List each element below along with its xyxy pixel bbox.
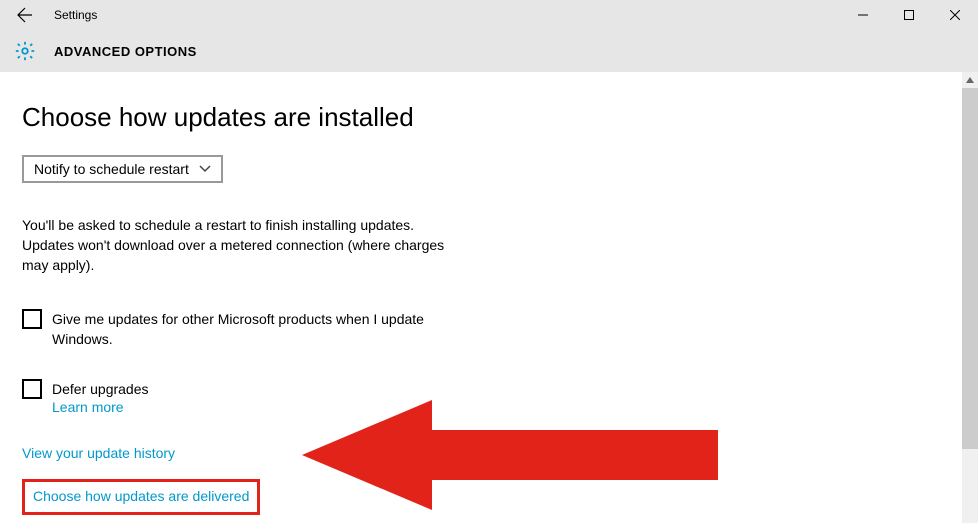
maximize-button[interactable] [886, 0, 932, 30]
view-update-history-link[interactable]: View your update history [22, 445, 175, 461]
dropdown-selected-value: Notify to schedule restart [34, 161, 189, 177]
titlebar-top: Settings [0, 0, 978, 30]
minimize-button[interactable] [840, 0, 886, 30]
close-button[interactable] [932, 0, 978, 30]
defer-upgrades-checkbox[interactable] [22, 379, 42, 399]
learn-more-link[interactable]: Learn more [52, 399, 149, 415]
install-schedule-dropdown[interactable]: Notify to schedule restart [22, 155, 223, 183]
highlighted-link-box: Choose how updates are delivered [22, 479, 260, 515]
back-button[interactable] [8, 0, 42, 30]
section-title: Choose how updates are installed [22, 102, 956, 133]
titlebar: Settings ADVANCED OPTIONS [0, 0, 978, 72]
choose-delivery-link[interactable]: Choose how updates are delivered [33, 488, 249, 504]
app-title: Settings [54, 8, 97, 22]
scroll-up-arrow-icon[interactable] [962, 72, 978, 88]
defer-upgrades-label: Defer upgrades [52, 379, 149, 399]
scroll-thumb[interactable] [962, 88, 978, 449]
back-arrow-icon [17, 7, 33, 23]
close-icon [950, 10, 960, 20]
gear-icon [8, 40, 42, 62]
page-header: ADVANCED OPTIONS [54, 44, 197, 59]
vertical-scrollbar[interactable] [962, 72, 978, 523]
other-products-checkbox-row: Give me updates for other Microsoft prod… [22, 309, 956, 349]
other-products-label: Give me updates for other Microsoft prod… [52, 309, 452, 349]
chevron-down-icon [199, 165, 211, 173]
install-description: You'll be asked to schedule a restart to… [22, 215, 452, 275]
titlebar-bottom: ADVANCED OPTIONS [0, 30, 978, 72]
links-block: View your update history Choose how upda… [22, 445, 956, 515]
other-products-checkbox[interactable] [22, 309, 42, 329]
content-area: Choose how updates are installed Notify … [0, 72, 978, 523]
window-controls [840, 0, 978, 30]
maximize-icon [904, 10, 914, 20]
defer-upgrades-row: Defer upgrades Learn more [22, 379, 956, 415]
defer-stack: Defer upgrades Learn more [52, 379, 149, 415]
minimize-icon [858, 10, 868, 20]
